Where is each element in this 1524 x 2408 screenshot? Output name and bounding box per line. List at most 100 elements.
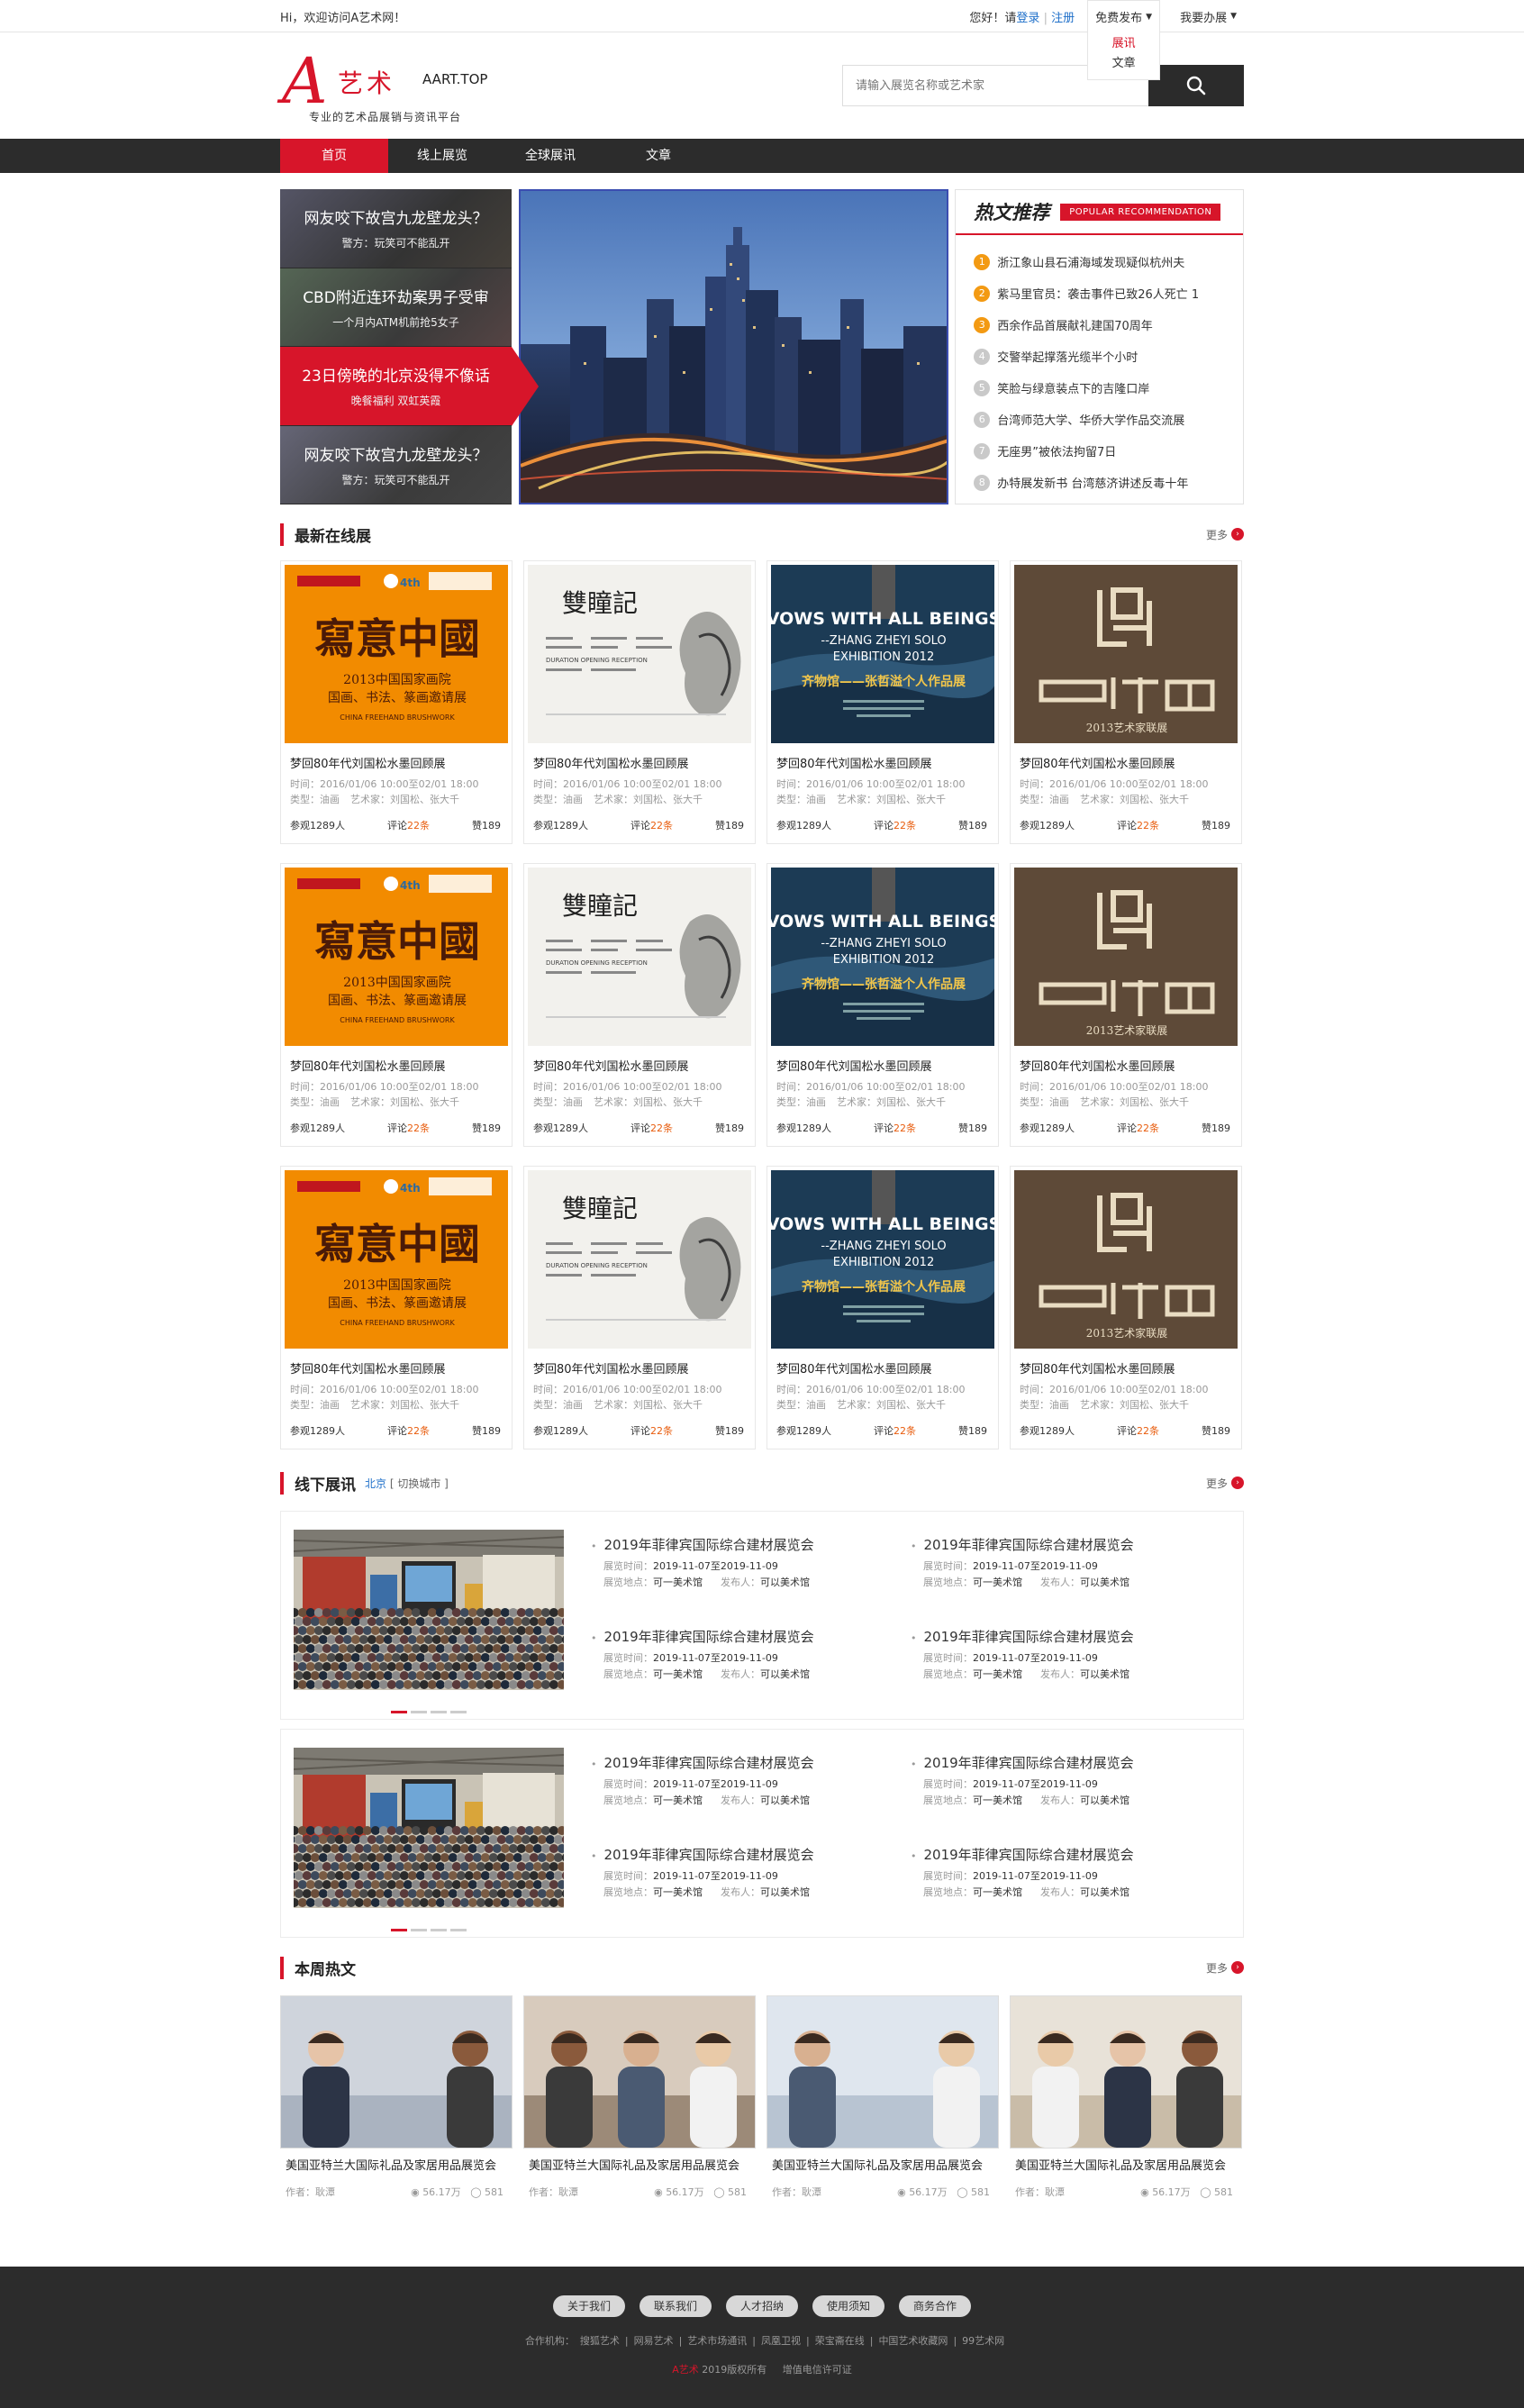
headline-tile[interactable]: 网友咬下故宫九龙壁龙头？ 警方：玩笑可不能乱开 bbox=[280, 189, 513, 268]
slider-dot[interactable] bbox=[450, 1929, 467, 1931]
slider-dot[interactable] bbox=[391, 1929, 407, 1931]
footer-button[interactable]: 人才招纳 bbox=[725, 2295, 798, 2317]
publish-dropdown[interactable]: 免费发布 ▼ 展讯 文章 bbox=[1087, 0, 1161, 80]
exhibition-artist: 艺术家：刘国松、张大千 bbox=[837, 1096, 946, 1108]
hot-list-item[interactable]: 8 办特展发新书 台湾慈济讲述反毒十年 bbox=[974, 467, 1243, 498]
register-link[interactable]: 注册 bbox=[1051, 12, 1075, 25]
hot-list-item[interactable]: 1 浙江象山县石浦海域发现疑似杭州夫 bbox=[974, 246, 1243, 277]
exhibition-card[interactable]: 雙瞳記 DURATION OPENING RECEPTION 梦回80年代刘国松… bbox=[523, 1166, 756, 1449]
headline-tile[interactable]: 网友咬下故宫九龙壁龙头？ 警方：玩笑可不能乱开 bbox=[280, 425, 513, 504]
exhibition-type-row: 类型：油画 艺术家：刘国松、张大千 bbox=[290, 792, 508, 807]
hot-list-item[interactable]: 7 无座男”被依法拘留7日 bbox=[974, 435, 1243, 467]
exhibition-card[interactable]: 2013艺术家联展 梦回80年代刘国松水墨回顾展 时间：2016/01/06 10:… bbox=[1010, 560, 1242, 844]
exhibition-card[interactable]: 2013艺术家联展 梦回80年代刘国松水墨回顾展 时间：2016/01/06 10:… bbox=[1010, 863, 1242, 1147]
offline-event-title[interactable]: 2019年菲律宾国际综合建材展览会 bbox=[591, 1629, 814, 1645]
offline-event-title[interactable]: 2019年菲律宾国际综合建材展览会 bbox=[591, 1847, 814, 1863]
hot-item-title: 浙江象山县石浦海域发现疑似杭州夫 bbox=[997, 257, 1185, 270]
offline-event-title[interactable]: 2019年菲律宾国际综合建材展览会 bbox=[591, 1755, 814, 1771]
offline-event-list: 2019年菲律宾国际综合建材展览会展览时间：2019-11-07至2019-11… bbox=[591, 1748, 1230, 1919]
offline-event-title[interactable]: 2019年菲律宾国际综合建材展览会 bbox=[591, 1537, 814, 1553]
weekly-article-card[interactable]: 美国亚特兰大国际礼品及家居用品展览会 作者：耿潭 ◉ 56.17万 ◯ 581 bbox=[767, 1995, 999, 2216]
place-label: 展览地点： bbox=[923, 1795, 973, 1806]
hot-list-item[interactable]: 4 交警举起撑落光缆半个小时 bbox=[974, 341, 1243, 372]
offline-event-image[interactable] bbox=[286, 1530, 575, 1694]
comments-number: 22条 bbox=[650, 1425, 673, 1437]
nav-item-home[interactable]: 首页 bbox=[280, 139, 388, 173]
exhibition-card[interactable]: VOWS WITH ALL BEINGS --ZHANG ZHEYI SOLO … bbox=[767, 560, 999, 844]
headline-tile[interactable]: CBD附近连环劫案男子受审 一个月内ATM机前抢5女子 bbox=[280, 268, 513, 347]
search-bar bbox=[842, 65, 1244, 106]
publish-menu-item-article[interactable]: 文章 bbox=[1088, 54, 1159, 74]
slider-dot[interactable] bbox=[411, 1929, 427, 1931]
exhibition-type: 类型：油画 bbox=[533, 1096, 583, 1108]
hot-list-item[interactable]: 3 西余作品首展献礼建国70周年 bbox=[974, 309, 1243, 341]
offline-event-title[interactable]: 2019年菲律宾国际综合建材展览会 bbox=[911, 1629, 1134, 1645]
slider-dot[interactable] bbox=[450, 1711, 467, 1713]
publisher-value: 可以美术馆 bbox=[1080, 1577, 1129, 1588]
exhibition-card[interactable]: 雙瞳記 DURATION OPENING RECEPTION 梦回80年代刘国松… bbox=[523, 863, 756, 1147]
partner-link[interactable]: 中国艺术收藏网 bbox=[878, 2335, 948, 2347]
comment-icon: ◯ bbox=[470, 2186, 485, 2198]
poster-badge: 4th bbox=[400, 879, 421, 892]
city-switcher[interactable]: 北京 [ 切换城市 ] bbox=[365, 1476, 449, 1491]
partner-link[interactable]: 艺术市场通讯 bbox=[687, 2335, 747, 2347]
site-logo[interactable]: A 艺术 AART.TOP 专业的艺术品展销与资讯平台 bbox=[280, 41, 496, 131]
slider-dot[interactable] bbox=[391, 1711, 407, 1713]
nav-item-online[interactable]: 线上展览 bbox=[388, 139, 496, 173]
publisher-label: 发布人： bbox=[1040, 1668, 1080, 1680]
publish-menu-item-news[interactable]: 展讯 bbox=[1088, 34, 1159, 54]
nav-item-global[interactable]: 全球展讯 bbox=[496, 139, 604, 173]
weekly-article-card[interactable]: 美国亚特兰大国际礼品及家居用品展览会 作者：耿潭 ◉ 56.17万 ◯ 581 bbox=[280, 1995, 513, 2216]
hot-list-item[interactable]: 5 笑脸与绿意装点下的吉隆口岸 bbox=[974, 372, 1243, 404]
offline-event-title[interactable]: 2019年菲律宾国际综合建材展览会 bbox=[911, 1755, 1134, 1771]
offline-event-title[interactable]: 2019年菲律宾国际综合建材展览会 bbox=[911, 1847, 1134, 1863]
footer: 关于我们 联系我们 人才招纳 使用须知 商务合作 合作机构： 搜狐艺术 | 网易艺术 | 艺术市场… bbox=[0, 2267, 1524, 2408]
hot-list-item[interactable]: 6 台湾师范大学、华侨大学作品交流展 bbox=[974, 404, 1243, 435]
offline-more-link[interactable]: 更多 › bbox=[1206, 1476, 1244, 1491]
offline-event-image[interactable] bbox=[286, 1748, 575, 1912]
article-author: 作者：耿潭 bbox=[286, 2186, 335, 2198]
footer-button[interactable]: 联系我们 bbox=[639, 2295, 712, 2317]
partner-link[interactable]: 凤凰卫视 bbox=[761, 2335, 801, 2347]
offline-event-time: 展览时间：2019-11-07至2019-11-09 bbox=[603, 1558, 911, 1575]
footer-button[interactable]: 使用须知 bbox=[812, 2295, 885, 2317]
slider-dot[interactable] bbox=[411, 1711, 427, 1713]
exhibition-meta: 时间：2016/01/06 10:00至02/01 18:00 类型：油画 艺术家：… bbox=[776, 777, 994, 807]
partner-link[interactable]: 搜狐艺术 bbox=[580, 2335, 620, 2347]
publish-menu: 展讯 文章 bbox=[1087, 32, 1161, 80]
weekly-more-link[interactable]: 更多 › bbox=[1206, 1960, 1244, 1976]
slider-dot[interactable] bbox=[431, 1929, 447, 1931]
exhibition-card[interactable]: VOWS WITH ALL BEINGS --ZHANG ZHEYI SOLO … bbox=[767, 1166, 999, 1449]
search-button[interactable] bbox=[1148, 65, 1244, 106]
headline-tile-active[interactable]: 23日傍晚的北京没得不像话 晚餐福利 双虹英霞 bbox=[280, 347, 540, 426]
footer-button[interactable]: 关于我们 bbox=[552, 2295, 625, 2317]
footer-button[interactable]: 商务合作 bbox=[899, 2295, 972, 2317]
exhibition-card[interactable]: 4th 寫意中國 2013中国国家画院 国画、书法、篆画邀请展 CHINA FR… bbox=[280, 1166, 513, 1449]
partner-link[interactable]: 99艺术网 bbox=[962, 2335, 1004, 2347]
exhibition-card[interactable]: 2013艺术家联展 梦回80年代刘国松水墨回顾展 时间：2016/01/06 10:… bbox=[1010, 1166, 1242, 1449]
weekly-article-card[interactable]: 美国亚特兰大国际礼品及家居用品展览会 作者：耿潭 ◉ 56.17万 ◯ 581 bbox=[1010, 1995, 1242, 2216]
exhibition-card[interactable]: VOWS WITH ALL BEINGS --ZHANG ZHEYI SOLO … bbox=[767, 863, 999, 1147]
comments-count: 581 bbox=[1214, 2186, 1233, 2198]
likes-count: 赞189 bbox=[715, 1122, 744, 1134]
offline-event-title[interactable]: 2019年菲律宾国际综合建材展览会 bbox=[911, 1537, 1134, 1553]
online-more-link[interactable]: 更多 › bbox=[1206, 527, 1244, 542]
hot-list-item[interactable]: 2 紫马里官员：袭击事件已致26人死亡 1 bbox=[974, 277, 1243, 309]
partner-link[interactable]: 荣宝斋在线 bbox=[815, 2335, 865, 2347]
exhibition-card[interactable]: 4th 寫意中國 2013中国国家画院 国画、书法、篆画邀请展 CHINA FR… bbox=[280, 863, 513, 1147]
slider-dot[interactable] bbox=[431, 1711, 447, 1713]
banner-city-image[interactable] bbox=[519, 189, 949, 504]
login-link[interactable]: 登录 bbox=[1016, 12, 1039, 25]
exhibition-card[interactable]: 雙瞳記 DURATION OPENING RECEPTION 梦回80年代刘国松… bbox=[523, 560, 756, 844]
views-count: 参观1289人 bbox=[1020, 820, 1075, 831]
exhibition-card[interactable]: 4th 寫意中國 2013中国国家画院 国画、书法、篆画邀请展 CHINA FR… bbox=[280, 560, 513, 844]
weekly-article-card[interactable]: 美国亚特兰大国际礼品及家居用品展览会 作者：耿潭 ◉ 56.17万 ◯ 581 bbox=[523, 1995, 756, 2216]
exhibit-dropdown[interactable]: 我要办展 ▼ bbox=[1173, 0, 1244, 32]
views-count: 参观1289人 bbox=[290, 1122, 345, 1134]
offline-event-item: 2019年菲律宾国际综合建材展览会展览时间：2019-11-07至2019-11… bbox=[911, 1845, 1230, 1919]
weekly-article-title: 美国亚特兰大国际礼品及家居用品展览会 bbox=[1015, 2159, 1227, 2173]
partner-link[interactable]: 网易艺术 bbox=[634, 2335, 674, 2347]
place-label: 展览地点： bbox=[603, 1668, 653, 1680]
time-label: 展览时间： bbox=[923, 1560, 973, 1572]
nav-item-articles[interactable]: 文章 bbox=[604, 139, 712, 173]
